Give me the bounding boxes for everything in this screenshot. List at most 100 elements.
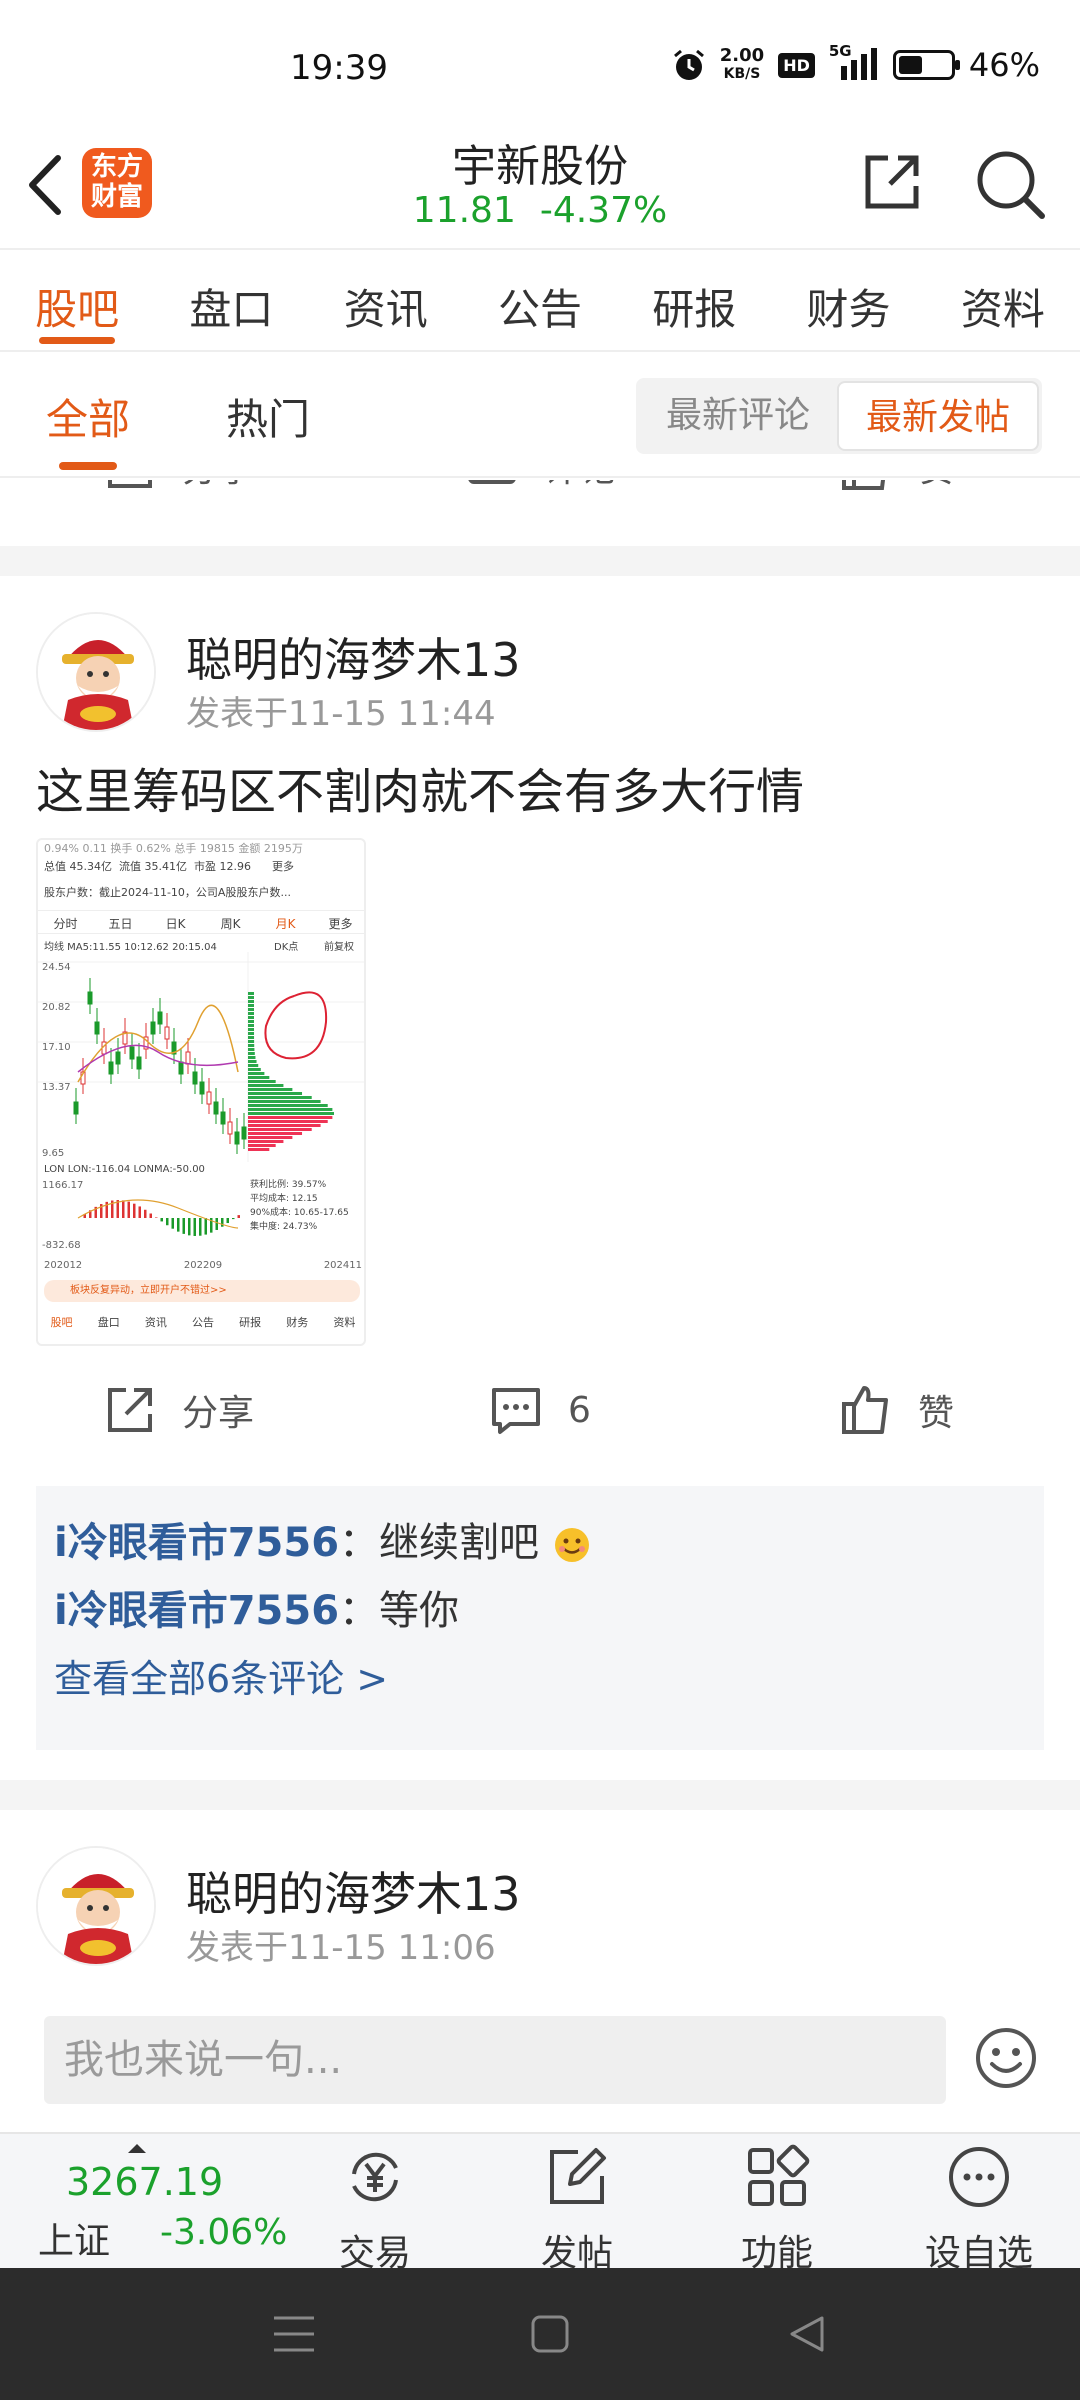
lon-bar — [232, 1218, 235, 1220]
chip-distribution-bar — [248, 1016, 255, 1019]
kline-candle — [87, 991, 93, 1005]
status-icons: 2.00 KB/S HD 5G 46% — [672, 42, 1040, 84]
comment-preview[interactable]: i冷眼看市7556：继续割吧 i冷眼看市7556：等你 查看全部6条评论 > — [36, 1486, 1044, 1750]
battery-percent: 46% — [968, 46, 1040, 84]
kline-candle — [108, 1061, 114, 1075]
smile-emoji-icon — [554, 1528, 589, 1562]
thumb-bottom-tabs: 股吧 盘口 资讯 公告 研报 财务 资料 — [50, 1316, 356, 1329]
kline-candle — [199, 1081, 205, 1095]
prev-comment-button[interactable]: 评论 — [466, 480, 616, 492]
svg-text:20.82: 20.82 — [42, 1002, 71, 1013]
chip-distribution-bar — [248, 1104, 328, 1107]
tab-research[interactable]: 研报 — [617, 250, 771, 350]
kline-candle — [213, 1101, 219, 1115]
lon-bar — [138, 1206, 141, 1218]
chip-distribution-bar — [248, 1064, 259, 1067]
chip-distribution-bar — [248, 1008, 255, 1011]
chip-distribution-bar — [248, 1112, 334, 1115]
tab-guba[interactable]: 股吧 — [0, 250, 154, 350]
chip-distribution-bar — [248, 1056, 256, 1059]
nav-post[interactable]: 发帖 — [502, 2144, 652, 2276]
post-image[interactable]: 0.94% 0.11 换手 0.62% 总手 19815 金额 2195万 总值… — [36, 838, 366, 1346]
kline-candle — [136, 1056, 142, 1070]
sort-latest-post[interactable]: 最新发帖 — [837, 381, 1039, 451]
chip-distribution-bar — [248, 1084, 284, 1087]
hd-badge: HD — [778, 52, 815, 78]
chip-distribution-bar — [248, 1020, 255, 1023]
comment-input-bar: 我也来说一句... — [0, 2000, 1080, 2130]
lon-bar — [226, 1218, 229, 1224]
thumb-dk: DK点 — [274, 942, 299, 953]
svg-text:1166.17: 1166.17 — [42, 1180, 83, 1191]
signal-icon: 5G — [829, 42, 879, 82]
prev-share-button[interactable]: 分享 — [104, 480, 254, 492]
svg-text:-832.68: -832.68 — [42, 1240, 81, 1251]
nav-add-watchlist[interactable]: 设自选 — [904, 2144, 1054, 2276]
chip-distribution-bar — [248, 1040, 255, 1043]
status-time: 19:39 — [290, 48, 388, 88]
chip-distribution-bar — [248, 996, 254, 999]
prev-like-button[interactable]: 赞 — [840, 480, 954, 492]
stock-price: 11.81 — [412, 190, 516, 231]
lon-bar — [221, 1218, 224, 1227]
battery-icon — [892, 50, 960, 80]
chip-distribution-bar — [248, 1024, 255, 1027]
chip-distribution-bar — [248, 1080, 276, 1083]
kline-candle — [178, 1061, 184, 1075]
subtab-hot[interactable]: 热门 — [226, 386, 310, 447]
chip-distribution-bar — [248, 1004, 255, 1007]
lon-bar — [182, 1218, 185, 1234]
like-button[interactable]: 赞 — [840, 1384, 954, 1436]
lon-bar — [122, 1200, 125, 1218]
share-button[interactable]: 分享 — [104, 1384, 254, 1436]
user-avatar[interactable] — [36, 1846, 156, 1966]
tab-finance[interactable]: 财务 — [771, 250, 925, 350]
svg-text:13.37: 13.37 — [42, 1082, 71, 1093]
share-icon[interactable] — [860, 150, 924, 214]
kline-candle — [164, 1026, 170, 1040]
emoji-icon[interactable] — [974, 2026, 1038, 2090]
kline-candle — [73, 1101, 79, 1115]
post-text[interactable]: 这里筹码区不割肉就不会有多大行情 — [36, 752, 804, 822]
kline-candle — [157, 1011, 163, 1025]
tab-pankou[interactable]: 盘口 — [154, 250, 308, 350]
subtab-all[interactable]: 全部 — [46, 386, 130, 447]
tab-announcements[interactable]: 公告 — [463, 250, 617, 350]
more-circle-icon — [949, 2147, 1009, 2207]
tab-news[interactable]: 资讯 — [309, 250, 463, 350]
kline-candle — [185, 1051, 191, 1065]
post-card[interactable]: 聪明的海梦木13 发表于11-15 11:44 这里筹码区不割肉就不会有多大行情… — [0, 576, 1080, 1750]
menu-icon[interactable] — [272, 2314, 316, 2354]
prev-post-actions: 分享 评论 赞 — [0, 480, 1080, 530]
tab-profile[interactable]: 资料 — [926, 250, 1080, 350]
chip-distribution-bar — [248, 1076, 270, 1079]
stock-header: 东方 财富 宇新股份 11.81 -4.37% — [0, 120, 1080, 248]
comment-line[interactable]: i冷眼看市7556：等你 — [54, 1578, 459, 1636]
comment-button[interactable]: 6 — [490, 1384, 591, 1436]
chip-distribution-bar — [248, 1044, 255, 1047]
lon-bar — [127, 1201, 130, 1218]
nav-functions[interactable]: 功能 — [702, 2144, 852, 2276]
post-time: 发表于11-15 11:44 — [186, 694, 496, 734]
back-triangle-icon[interactable] — [786, 2314, 826, 2354]
post-feed[interactable]: 分享 评论 赞 聪明的海梦木13 发表于11-15 11:44 — [0, 480, 1080, 2000]
comment-line[interactable]: i冷眼看市7556：继续割吧 — [54, 1510, 592, 1568]
chip-distribution-bar — [248, 1012, 255, 1015]
chip-distribution-bar — [248, 1060, 257, 1063]
nav-trade[interactable]: 交易 — [300, 2144, 450, 2276]
thumb-row2: 总值 45.34亿 流值 35.41亿 市盈 12.96 更多 — [44, 860, 294, 873]
sort-latest-comment[interactable]: 最新评论 — [639, 381, 837, 451]
lon-bar — [133, 1203, 136, 1218]
view-all-comments-link[interactable]: 查看全部6条评论 > — [54, 1648, 388, 1703]
user-avatar[interactable] — [36, 612, 156, 732]
comment-input[interactable]: 我也来说一句... — [44, 2016, 946, 2104]
post-card[interactable]: 聪明的海梦木13 发表于11-15 11:06 — [0, 1810, 1080, 2000]
post-username[interactable]: 聪明的海梦木13 — [186, 1858, 521, 1924]
post-username[interactable]: 聪明的海梦木13 — [186, 624, 521, 690]
kline-candle — [129, 1046, 135, 1060]
home-square-icon[interactable] — [530, 2314, 570, 2354]
system-nav-bar — [0, 2268, 1080, 2400]
search-icon[interactable] — [974, 148, 1046, 220]
sort-toggle: 最新评论 最新发帖 — [636, 378, 1042, 454]
post-separator — [0, 1780, 1080, 1810]
